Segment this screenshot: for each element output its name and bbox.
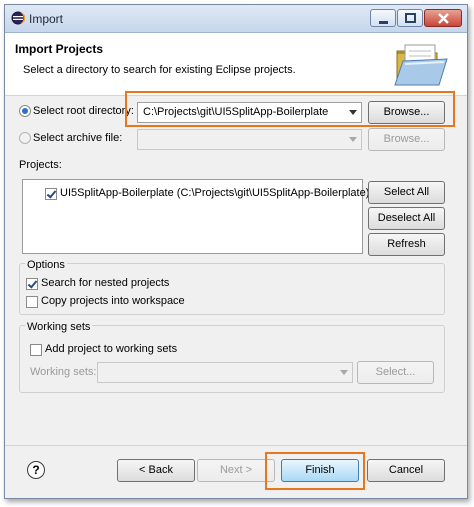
page-description: Select a directory to search for existin… (23, 64, 296, 76)
working-sets-combo[interactable] (97, 362, 353, 383)
project-checkbox[interactable] (45, 188, 57, 200)
folder-icon (394, 44, 448, 86)
projects-label: Projects: (19, 159, 62, 171)
copy-projects-checkbox[interactable] (26, 296, 38, 308)
options-title: Options (25, 259, 67, 271)
refresh-button[interactable]: Refresh (368, 233, 445, 256)
close-icon (438, 13, 449, 24)
add-to-working-sets-checkbox[interactable] (30, 344, 42, 356)
archive-browse-button[interactable]: Browse... (368, 128, 445, 151)
archive-file-radio[interactable] (19, 132, 31, 144)
working-sets-title: Working sets (25, 321, 93, 333)
deselect-all-button[interactable]: Deselect All (368, 207, 445, 230)
root-directory-label: Select root directory: (33, 105, 134, 117)
archive-file-label: Select archive file: (33, 132, 123, 144)
archive-file-combo[interactable] (137, 129, 362, 150)
maximize-icon (405, 13, 416, 23)
help-icon: ? (32, 463, 40, 477)
chevron-down-icon[interactable] (349, 137, 357, 142)
next-button[interactable]: Next > (197, 459, 275, 482)
title-bar: Import (5, 5, 467, 33)
options-group (19, 263, 445, 315)
projects-list[interactable]: UI5SplitApp-Boilerplate (C:\Projects\git… (22, 179, 369, 254)
back-button[interactable]: < Back (117, 459, 195, 482)
nested-projects-checkbox[interactable] (26, 278, 38, 290)
root-directory-radio[interactable] (19, 105, 31, 117)
root-directory-highlight (125, 91, 455, 127)
minimize-button[interactable] (370, 9, 396, 27)
import-dialog: Import Import Projects Select a director… (4, 4, 468, 499)
window-title: Import (29, 12, 64, 26)
chevron-down-icon[interactable] (340, 370, 348, 375)
finish-highlight (265, 452, 365, 490)
eclipse-icon (11, 11, 25, 25)
dialog-header: Import Projects Select a directory to se… (5, 33, 467, 96)
add-to-working-sets-label[interactable]: Add project to working sets (45, 343, 177, 355)
cancel-button[interactable]: Cancel (367, 459, 445, 482)
copy-projects-label[interactable]: Copy projects into workspace (41, 295, 185, 307)
nested-projects-label[interactable]: Search for nested projects (41, 277, 169, 289)
page-title: Import Projects (15, 42, 104, 56)
select-working-sets-button[interactable]: Select... (357, 361, 434, 384)
maximize-button[interactable] (397, 9, 423, 27)
help-button[interactable]: ? (27, 461, 45, 479)
project-item-label[interactable]: UI5SplitApp-Boilerplate (C:\Projects\git… (60, 187, 369, 199)
minimize-icon (379, 21, 388, 24)
footer-separator (5, 445, 467, 446)
select-all-button[interactable]: Select All (368, 181, 445, 204)
working-sets-label: Working sets: (30, 366, 97, 378)
close-button[interactable] (424, 9, 462, 27)
